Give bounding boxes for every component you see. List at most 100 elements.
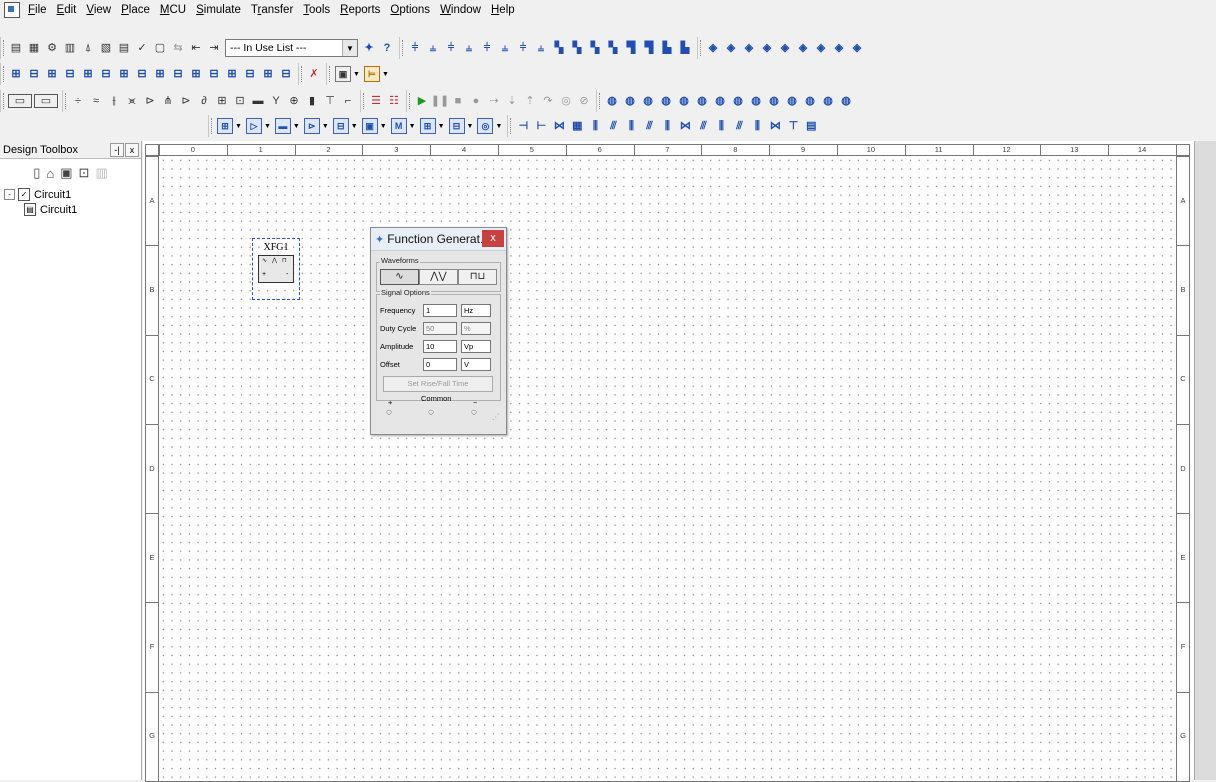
delete-icon[interactable]: ▥ <box>95 165 107 181</box>
bus-tool-icon[interactable]: ⌐ <box>340 93 356 109</box>
grapher-icon[interactable]: ▧ <box>98 40 114 56</box>
new-sheet-icon[interactable]: ⊡ <box>79 165 90 181</box>
misc-icon[interactable]: ▬ <box>250 93 266 109</box>
indicator-dropdown[interactable]: ⊞ ▼ <box>419 118 445 134</box>
chevron-down-icon[interactable]: ▼ <box>342 40 357 56</box>
amplitude-unit[interactable]: Vp <box>461 339 491 353</box>
bus-icon[interactable]: ◈ <box>759 40 775 56</box>
tree-root[interactable]: - ✓ Circuit1 <box>4 187 141 202</box>
title-block-icon[interactable]: ◈ <box>831 40 847 56</box>
analog-component-icon[interactable]: ⫩ <box>479 40 495 56</box>
place-power-icon[interactable]: ⊞ <box>188 66 204 82</box>
table-icon[interactable]: ☷ <box>386 93 402 109</box>
common-terminal-radio[interactable]: ◌ <box>428 407 434 418</box>
instrument-function-generator-icon[interactable]: ◍ <box>622 93 638 109</box>
cmos-component-icon[interactable]: ⫩ <box>515 40 531 56</box>
menu-help[interactable]: Help <box>486 4 520 16</box>
close-button[interactable]: x <box>482 230 504 247</box>
diode-icon[interactable]: ⊳ <box>142 93 158 109</box>
ladder-reset-icon[interactable]: ⫻ <box>731 118 747 134</box>
instrument-word-generator-icon[interactable]: ◍ <box>730 93 746 109</box>
ni-components-dropdown[interactable]: ▣ ▼ <box>335 66 360 82</box>
misc-digital-icon[interactable]: ⫨ <box>533 40 549 56</box>
ladder-dropdown[interactable]: ⊨ ▼ <box>363 66 389 82</box>
set-rise-fall-time-button[interactable]: Set Rise/Fall Time <box>383 376 493 392</box>
instrument-spectrum-analyzer-icon[interactable]: ◍ <box>820 93 836 109</box>
mixed-dropdown[interactable]: M ▼ <box>390 118 416 134</box>
multimeter-icon[interactable]: ◈ <box>705 40 721 56</box>
postprocessor-icon[interactable]: ⍋ <box>80 40 96 56</box>
misc-dropdown[interactable]: ◎ ▼ <box>477 118 502 134</box>
function-generator-window[interactable]: ✦ Function Generat... x Waveforms ∿ ⋀⋁ ⊓… <box>370 227 507 435</box>
menu-tools[interactable]: Tools <box>298 4 335 16</box>
menu-simulate[interactable]: Simulate <box>191 4 246 16</box>
ladder-timer-icon[interactable]: ⫻ <box>605 118 621 134</box>
menu-window[interactable]: Window <box>435 4 486 16</box>
schematic-grid[interactable] <box>159 156 1176 781</box>
instrument-frequency-counter-icon[interactable]: ◍ <box>712 93 728 109</box>
stop-icon[interactable]: ■ <box>450 93 466 109</box>
pause-icon[interactable]: ❚❚ <box>431 93 449 109</box>
ladder-pulse-icon[interactable]: ⫼ <box>749 118 765 134</box>
place-mcu-icon[interactable]: ⊟ <box>278 66 294 82</box>
mcu-component-icon[interactable]: ▙ <box>677 40 693 56</box>
step-over-icon[interactable]: ↷ <box>540 93 556 109</box>
function-generator-component[interactable]: XFG1 ∿ ⋀ ⊓ + - <box>252 238 300 300</box>
sine-wave-button[interactable]: ∿ <box>380 269 419 285</box>
schematic-sheet[interactable]: 0 1 2 3 4 5 6 7 8 9 10 11 12 13 14 ABCDEFG ABCDEFG XFG… <box>145 144 1190 782</box>
connector-icon[interactable]: ◈ <box>777 40 793 56</box>
app-icon[interactable] <box>4 2 20 18</box>
ladder-compare-icon[interactable]: ⋈ <box>767 118 783 134</box>
place-source-icon[interactable]: ⊞ <box>8 66 24 82</box>
toolbox-icon[interactable]: ▤ <box>8 40 24 56</box>
graphics-icon[interactable]: ◈ <box>849 40 865 56</box>
amplitude-input[interactable]: 10 <box>423 339 457 353</box>
instrument-oscilloscope-icon[interactable]: ◍ <box>658 93 674 109</box>
resize-grip-icon[interactable]: ⋰ <box>492 412 500 421</box>
menu-view[interactable]: View <box>81 4 116 16</box>
ladder-math-icon[interactable]: ⊤ <box>785 118 801 134</box>
minus-terminal-radio[interactable]: ◌ <box>471 407 477 418</box>
place-ttl-icon[interactable]: ⊟ <box>98 66 114 82</box>
open-file-icon[interactable]: ⌂ <box>46 166 54 181</box>
menu-reports[interactable]: Reports <box>335 4 385 16</box>
indicator-component-icon[interactable]: ▚ <box>569 40 585 56</box>
probe-tool-icon[interactable]: ▮ <box>304 93 320 109</box>
ladder-latch-icon[interactable]: ⋈ <box>677 118 693 134</box>
collapse-icon[interactable]: - <box>4 189 15 200</box>
spreadsheet-icon[interactable]: ▦ <box>26 40 42 56</box>
ladder-output-icon[interactable]: ⫼ <box>623 118 639 134</box>
instrument-wattmeter-icon[interactable]: ◍ <box>640 93 656 109</box>
help-icon[interactable]: ? <box>379 40 395 56</box>
frequency-unit[interactable]: Hz <box>461 303 491 317</box>
place-rf-icon[interactable]: ⊟ <box>242 66 258 82</box>
ladder-input-icon[interactable]: ⫻ <box>641 118 657 134</box>
place-indicator-icon[interactable]: ⊟ <box>170 66 186 82</box>
transistor-dropdown[interactable]: ⊳ ▼ <box>303 118 329 134</box>
ladder-rung-tool-icon[interactable]: ⊣ <box>515 118 531 134</box>
forwardannotate-icon[interactable]: ⇥ <box>206 40 222 56</box>
inductor-icon[interactable]: ⪤ <box>124 93 140 109</box>
ladder-relay-icon[interactable]: ⋈ <box>551 118 567 134</box>
opamp-icon[interactable]: ⊳ <box>178 93 194 109</box>
new-file-icon[interactable]: ▯ <box>33 165 40 181</box>
rf-icon[interactable]: Y <box>268 93 284 109</box>
ladder-unlatch-icon[interactable]: ⫻ <box>695 118 711 134</box>
window-icon[interactable]: ▭ <box>34 94 58 108</box>
ladder-coil-icon[interactable]: ⫼ <box>659 118 675 134</box>
ladder-io-icon[interactable]: ⊢ <box>533 118 549 134</box>
ladder-set-icon[interactable]: ⫼ <box>713 118 729 134</box>
power-component-icon[interactable]: ▚ <box>587 40 603 56</box>
instrument-4ch-oscilloscope-icon[interactable]: ◍ <box>676 93 692 109</box>
square-wave-button[interactable]: ⊓⊔ <box>458 269 497 285</box>
step-out-icon[interactable]: ⇡ <box>522 93 538 109</box>
electromech-component-icon[interactable]: ▙ <box>659 40 675 56</box>
led-icon[interactable]: ⊡ <box>232 93 248 109</box>
subcircuit-icon[interactable]: ◈ <box>813 40 829 56</box>
transfer-icon[interactable]: ⇆ <box>170 40 186 56</box>
record-icon[interactable]: ● <box>468 93 484 109</box>
probe-icon[interactable]: ◈ <box>723 40 739 56</box>
place-analog-icon[interactable]: ⊞ <box>80 66 96 82</box>
ladder-icon[interactable]: ✗ <box>306 66 322 82</box>
wire-icon[interactable]: ÷ <box>70 93 86 109</box>
